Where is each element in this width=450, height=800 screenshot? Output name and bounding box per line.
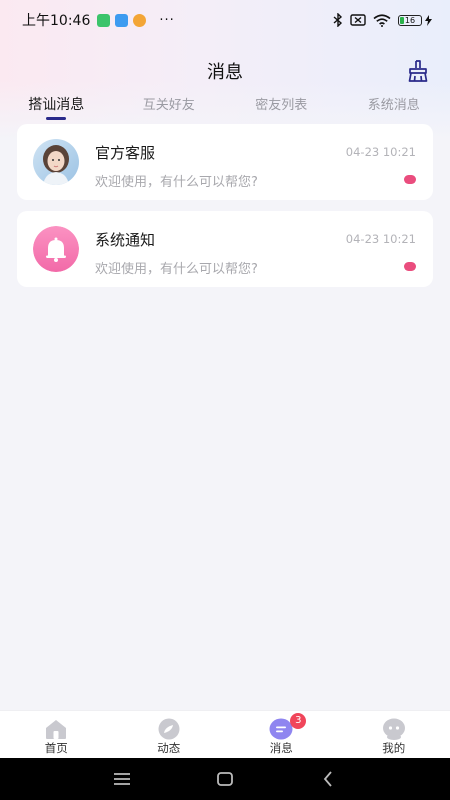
- bottom-nav: 首页 动态 3 消息 我的: [0, 710, 450, 758]
- status-time: 上午10:46: [22, 13, 91, 29]
- nav-label: 动态: [157, 741, 181, 755]
- conversation-name: 官方客服: [95, 144, 156, 162]
- tab-pickup-messages[interactable]: 搭讪消息: [0, 92, 113, 120]
- nav-label: 我的: [382, 741, 406, 755]
- conversation-preview: 欢迎使用，有什么可以帮您?: [95, 175, 258, 190]
- nav-label: 首页: [44, 741, 68, 755]
- message-tabs: 搭讪消息 互关好友 密友列表 系统消息: [0, 92, 450, 120]
- tab-close-friends[interactable]: 密友列表: [225, 92, 338, 120]
- unread-count-badge: 3: [290, 713, 307, 729]
- tab-label: 互关好友: [142, 98, 195, 113]
- profile-icon: [382, 718, 405, 740]
- battery-indicator: 16: [398, 14, 432, 26]
- wechat-notification-icon: [97, 13, 111, 27]
- nav-label: 消息: [269, 741, 293, 755]
- nav-home[interactable]: 首页: [0, 711, 113, 758]
- battery-level: 16: [404, 15, 416, 25]
- square-icon: [217, 772, 233, 786]
- broom-icon: [408, 60, 428, 82]
- mute-icon: [350, 14, 366, 26]
- conversation-name: 系统通知: [95, 231, 156, 249]
- unread-dot: [404, 175, 416, 184]
- back-button[interactable]: [308, 759, 348, 799]
- bell-avatar: [33, 226, 79, 272]
- conversation-time: 04-23 10:21: [345, 232, 416, 246]
- tab-label: 系统消息: [367, 98, 420, 113]
- back-arrow-icon: [324, 771, 332, 787]
- page-header: 消息: [0, 55, 450, 87]
- tab-label: 搭讪消息: [28, 97, 85, 113]
- home-icon: [46, 720, 67, 739]
- home-button[interactable]: [205, 759, 245, 799]
- tab-mutual-friends[interactable]: 互关好友: [113, 92, 226, 120]
- weibo-notification-icon: [133, 13, 147, 27]
- compass-icon: [158, 718, 180, 740]
- bluetooth-icon: [333, 13, 343, 27]
- message-notification-icon: [115, 13, 129, 27]
- conversation-time: 04-23 10:21: [345, 145, 416, 159]
- menu-icon: [113, 773, 130, 785]
- conversation-item-official-support[interactable]: 官方客服 04-23 10:21 欢迎使用，有什么可以帮您?: [17, 124, 433, 200]
- more-notifications-icon: ···: [159, 12, 175, 28]
- tab-system-messages[interactable]: 系统消息: [338, 92, 450, 120]
- conversation-preview: 欢迎使用，有什么可以帮您?: [95, 262, 258, 277]
- nav-profile[interactable]: 我的: [338, 711, 450, 758]
- photo-avatar: [33, 139, 79, 185]
- status-bar: 上午10:46 ··· 16: [0, 0, 450, 40]
- wifi-icon: [373, 13, 391, 27]
- charging-icon: [425, 14, 432, 26]
- conversation-item-system-notice[interactable]: 系统通知 04-23 10:21 欢迎使用，有什么可以帮您?: [17, 211, 433, 287]
- recent-apps-button[interactable]: [102, 759, 142, 799]
- page-title: 消息: [207, 62, 243, 83]
- system-nav-bar: [0, 758, 450, 800]
- unread-dot: [404, 262, 416, 271]
- nav-moments[interactable]: 动态: [113, 711, 226, 758]
- clear-messages-button[interactable]: [406, 59, 430, 83]
- tab-label: 密友列表: [255, 98, 308, 113]
- active-tab-indicator: [46, 117, 67, 120]
- nav-messages[interactable]: 3 消息: [225, 711, 338, 758]
